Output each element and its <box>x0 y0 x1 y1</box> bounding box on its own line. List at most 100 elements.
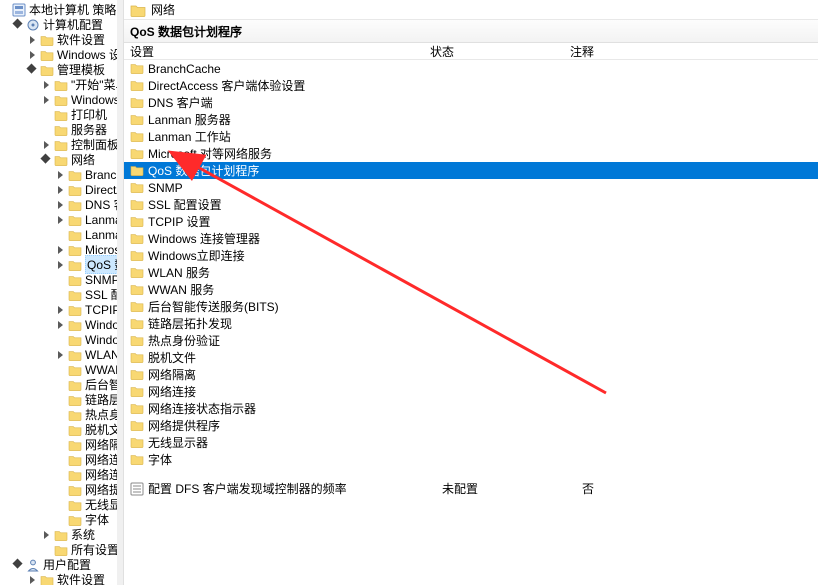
folder-icon <box>54 78 68 92</box>
tree-item[interactable]: SNMP <box>0 272 118 287</box>
collapse-icon[interactable] <box>14 20 24 30</box>
list-item[interactable]: 热点身份验证 <box>124 332 818 349</box>
list-item[interactable]: DNS 客户端 <box>124 94 818 111</box>
expand-icon[interactable] <box>56 170 66 180</box>
list-area[interactable]: BranchCacheDirectAccess 客户端体验设置DNS 客户端La… <box>124 60 818 585</box>
tree-item[interactable]: Windows <box>0 317 118 332</box>
list-item[interactable]: 脱机文件 <box>124 349 818 366</box>
tree-item[interactable]: 热点身份验 <box>0 407 118 422</box>
tree-item[interactable]: Lanman 工 <box>0 227 118 242</box>
list-item[interactable]: SNMP <box>124 179 818 196</box>
tree-item[interactable]: 所有设置 <box>0 542 118 557</box>
expand-icon[interactable] <box>28 35 38 45</box>
tree-item[interactable]: 用户配置 <box>0 557 118 572</box>
tree-item[interactable]: 控制面板 <box>0 137 118 152</box>
expand-icon[interactable] <box>56 320 66 330</box>
tree-item[interactable]: 网络 <box>0 152 118 167</box>
expand-icon[interactable] <box>42 80 52 90</box>
column-note[interactable]: 注释 <box>564 43 818 59</box>
tree-item[interactable]: Windows 设置 <box>0 47 118 62</box>
tree-item[interactable]: 软件设置 <box>0 32 118 47</box>
list-item[interactable]: Windows 连接管理器 <box>124 230 818 247</box>
expand-icon[interactable] <box>56 215 66 225</box>
list-item[interactable]: Lanman 工作站 <box>124 128 818 145</box>
expand-icon[interactable] <box>42 140 52 150</box>
list-item[interactable]: SSL 配置设置 <box>124 196 818 213</box>
list-item[interactable]: Windows立即连接 <box>124 247 818 264</box>
list-item[interactable]: TCPIP 设置 <box>124 213 818 230</box>
list-item[interactable]: 后台智能传送服务(BITS) <box>124 298 818 315</box>
tree-item[interactable]: 链路层拓扑 <box>0 392 118 407</box>
tree-item[interactable]: 软件设置 <box>0 572 118 585</box>
expand-icon[interactable] <box>56 185 66 195</box>
collapse-icon[interactable] <box>42 155 52 165</box>
folder-icon <box>130 334 144 348</box>
list-item[interactable]: 无线显示器 <box>124 434 818 451</box>
tree-item[interactable]: QoS 数据 <box>0 257 118 272</box>
collapse-icon[interactable] <box>14 560 24 570</box>
tree-item-label: SNMP <box>85 273 118 287</box>
list-item[interactable]: WWAN 服务 <box>124 281 818 298</box>
list-item[interactable]: 网络隔离 <box>124 366 818 383</box>
tree-item[interactable]: "开始"菜单和 <box>0 77 118 92</box>
expand-icon[interactable] <box>56 260 66 270</box>
tree-item[interactable]: 网络隔离 <box>0 437 118 452</box>
tree-item[interactable]: WWAN 服 <box>0 362 118 377</box>
list-item[interactable]: 网络连接状态指示器 <box>124 400 818 417</box>
list-item[interactable]: 字体 <box>124 451 818 468</box>
list-item[interactable]: BranchCache <box>124 60 818 77</box>
tree-scrollbar[interactable] <box>117 0 123 585</box>
tree-item[interactable]: 脱机文件 <box>0 422 118 437</box>
tree-item[interactable]: BranchCa <box>0 167 118 182</box>
tree-item[interactable]: 服务器 <box>0 122 118 137</box>
tree-item[interactable]: 字体 <box>0 512 118 527</box>
expand-icon[interactable] <box>56 350 66 360</box>
expand-icon[interactable] <box>42 530 52 540</box>
tree-item[interactable]: 系统 <box>0 527 118 542</box>
list-item-note: 否 <box>582 480 818 497</box>
expand-icon[interactable] <box>28 50 38 60</box>
tree-item[interactable]: DNS 客户 <box>0 197 118 212</box>
tree-item[interactable]: 打印机 <box>0 107 118 122</box>
tree-item[interactable]: TCPIP 设 <box>0 302 118 317</box>
tree-item[interactable]: 计算机配置 <box>0 17 118 32</box>
column-state[interactable]: 状态 <box>424 43 564 59</box>
expand-icon[interactable] <box>56 305 66 315</box>
tree-item[interactable]: 网络连接机 <box>0 467 118 482</box>
list-item-label: SNMP <box>148 181 442 195</box>
list-item[interactable]: Lanman 服务器 <box>124 111 818 128</box>
list-item[interactable]: Microsoft 对等网络服务 <box>124 145 818 162</box>
expand-icon[interactable] <box>56 200 66 210</box>
folder-icon <box>68 393 82 407</box>
tree-item[interactable]: 本地计算机 策略 <box>0 2 118 17</box>
tree-item[interactable]: Windows <box>0 332 118 347</box>
tree-item[interactable]: DirectAcc <box>0 182 118 197</box>
tree-item[interactable]: 网络提供机 <box>0 482 118 497</box>
tree-item[interactable]: SSL 配置设 <box>0 287 118 302</box>
tree-item[interactable]: 后台智能传 <box>0 377 118 392</box>
tree-item[interactable]: Lanman 服 <box>0 212 118 227</box>
list-item-label: Windows立即连接 <box>148 247 442 264</box>
list-item[interactable]: 链路层拓扑发现 <box>124 315 818 332</box>
folder-icon <box>130 368 144 382</box>
list-item[interactable]: WLAN 服务 <box>124 264 818 281</box>
folder-icon <box>130 62 144 76</box>
list-item[interactable]: 网络提供程序 <box>124 417 818 434</box>
expand-icon[interactable] <box>28 575 38 585</box>
tree-item[interactable]: 网络连接 <box>0 452 118 467</box>
list-item[interactable]: QoS 数据包计划程序 <box>124 162 818 179</box>
list-item[interactable]: 网络连接 <box>124 383 818 400</box>
tree-list[interactable]: 本地计算机 策略计算机配置软件设置Windows 设置管理模板"开始"菜单和Wi… <box>0 0 118 585</box>
folder-icon <box>68 243 82 257</box>
tree-item[interactable]: 管理模板 <box>0 62 118 77</box>
column-setting[interactable]: 设置 <box>124 43 424 59</box>
folder-icon <box>68 303 82 317</box>
collapse-icon[interactable] <box>28 65 38 75</box>
tree-item[interactable]: WLAN 服 <box>0 347 118 362</box>
expand-icon[interactable] <box>56 245 66 255</box>
expand-icon[interactable] <box>42 95 52 105</box>
list-item[interactable]: DirectAccess 客户端体验设置 <box>124 77 818 94</box>
list-item[interactable]: 配置 DFS 客户端发现域控制器的频率未配置否 <box>124 480 818 497</box>
tree-item[interactable]: Windows 组件 <box>0 92 118 107</box>
tree-item[interactable]: 无线显示器 <box>0 497 118 512</box>
